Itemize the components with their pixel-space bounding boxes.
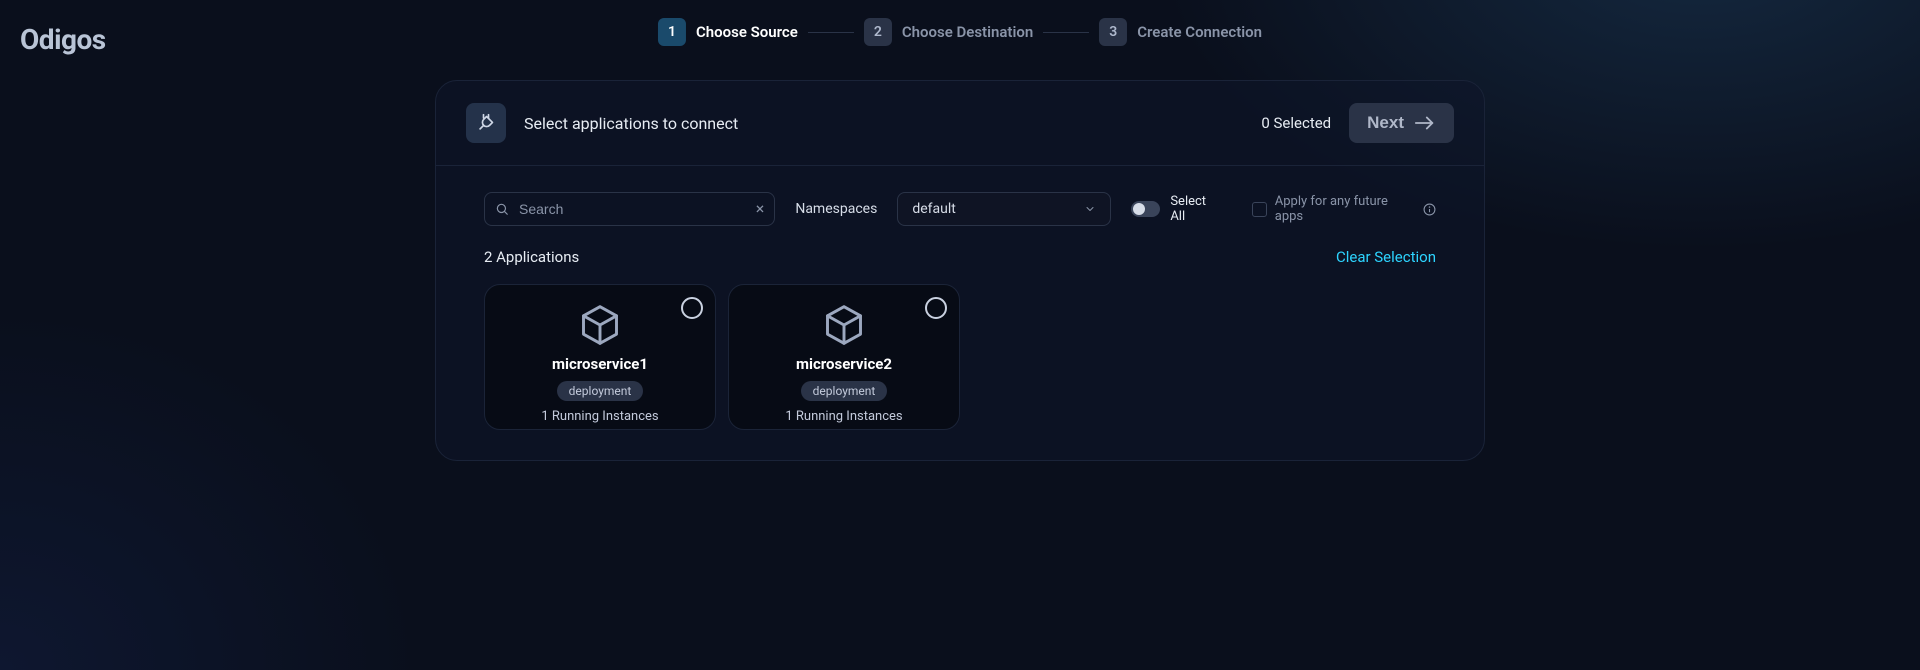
selected-count: 0 Selected [1261,114,1331,132]
select-circle[interactable] [925,297,947,319]
arrow-right-icon [1414,115,1436,131]
next-label: Next [1367,113,1404,133]
app-kind-badge: deployment [557,381,644,401]
app-instances: 1 Running Instances [785,409,902,424]
step-number: 3 [1099,18,1127,46]
brand-logo: Odigos [20,23,106,56]
step-choose-destination[interactable]: 2 Choose Destination [864,18,1033,46]
plug-icon [466,103,506,143]
step-divider [1043,32,1089,33]
app-card[interactable]: microservice1 deployment 1 Running Insta… [484,284,716,430]
clear-search-icon[interactable]: × [756,201,765,217]
next-button[interactable]: Next [1349,103,1454,143]
namespace-selected-value: default [912,201,956,217]
step-divider [808,32,854,33]
select-circle[interactable] [681,297,703,319]
step-create-connection[interactable]: 3 Create Connection [1099,18,1262,46]
step-label: Choose Source [696,23,798,41]
filters-row: × Namespaces default Select All Apply fo… [436,166,1484,226]
search-box[interactable]: × [484,192,775,226]
app-kind-badge: deployment [801,381,888,401]
namespace-select[interactable]: default [897,192,1111,226]
panel-title: Select applications to connect [524,114,738,133]
step-label: Create Connection [1137,23,1262,41]
apps-grid: microservice1 deployment 1 Running Insta… [436,266,1484,460]
main-panel: Select applications to connect 0 Selecte… [435,80,1485,461]
namespaces-label: Namespaces [795,201,877,217]
select-all-toggle[interactable] [1131,201,1160,217]
step-number: 1 [658,18,686,46]
app-card[interactable]: microservice2 deployment 1 Running Insta… [728,284,960,430]
clear-selection-link[interactable]: Clear Selection [1336,248,1436,266]
search-input[interactable] [517,200,748,218]
chevron-down-icon [1084,203,1096,215]
wizard-steps: 1 Choose Source 2 Choose Destination 3 C… [658,18,1262,46]
cube-icon [822,303,866,347]
step-label: Choose Destination [902,23,1033,41]
app-name: microservice1 [552,355,648,373]
apps-count: 2 Applications [484,248,579,266]
app-instances: 1 Running Instances [541,409,658,424]
future-apps-label: Apply for any future apps [1275,194,1415,224]
select-all-label: Select All [1170,194,1222,224]
step-choose-source[interactable]: 1 Choose Source [658,18,798,46]
step-number: 2 [864,18,892,46]
future-apps-checkbox[interactable] [1252,202,1267,217]
search-icon [495,202,509,216]
panel-header: Select applications to connect 0 Selecte… [436,81,1484,166]
app-name: microservice2 [796,355,892,373]
info-icon[interactable] [1422,202,1436,216]
cube-icon [578,303,622,347]
